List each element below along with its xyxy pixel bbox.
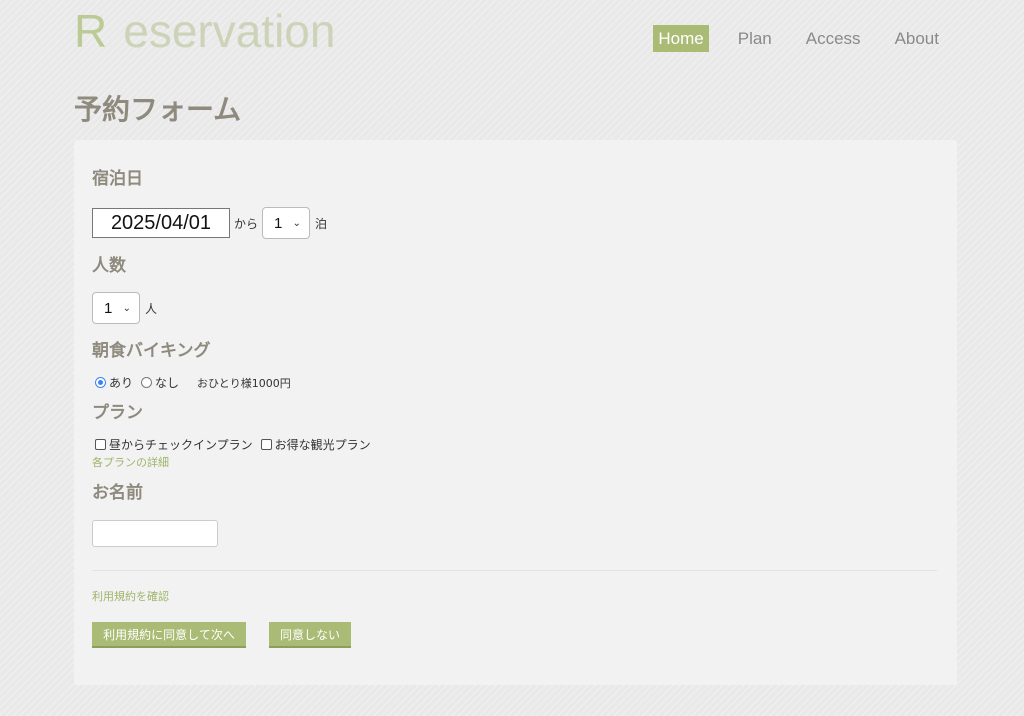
- stay-date-heading: 宿泊日: [92, 169, 143, 189]
- breakfast-row: あり なし おひとり様1000円: [95, 374, 291, 391]
- terms-link[interactable]: 利用規約を確認: [92, 588, 169, 604]
- people-value: 1: [104, 299, 113, 317]
- nights-select[interactable]: 1 ⌄: [262, 207, 311, 239]
- people-heading: 人数: [92, 256, 126, 276]
- name-input[interactable]: [92, 520, 218, 547]
- stay-date-row: 2025/04/01 から 1 ⌄ 泊: [92, 207, 331, 239]
- people-unit: 人: [145, 301, 158, 316]
- reservation-form: 宿泊日 2025/04/01 から 1 ⌄ 泊 人数 1 ⌄ 人 朝食バイキング…: [74, 140, 957, 685]
- from-label: から: [234, 216, 259, 231]
- nav-access[interactable]: Access: [801, 25, 866, 52]
- chevron-down-icon: ⌄: [292, 217, 302, 229]
- nav-about[interactable]: About: [890, 25, 944, 52]
- breakfast-no-label: なし: [155, 376, 180, 390]
- nights-unit: 泊: [315, 216, 328, 231]
- people-select[interactable]: 1 ⌄: [92, 292, 140, 324]
- main-nav: Home Plan Access About: [629, 25, 944, 52]
- plan-sightseeing-checkbox[interactable]: [260, 439, 272, 450]
- chevron-down-icon: ⌄: [122, 302, 131, 314]
- stay-date-input[interactable]: 2025/04/01: [92, 208, 230, 238]
- nav-plan[interactable]: Plan: [733, 25, 777, 52]
- plan-noon-checkin-checkbox[interactable]: [95, 439, 106, 450]
- plan-sightseeing-label: お得な観光プラン: [274, 438, 371, 452]
- breakfast-heading: 朝食バイキング: [92, 341, 211, 361]
- breakfast-yes-label: あり: [109, 376, 134, 390]
- plan-details-link[interactable]: 各プランの詳細: [92, 454, 169, 470]
- logo-initial: R: [74, 5, 108, 57]
- plan-row: 昼からチェックインプラン お得な観光プラン: [95, 436, 371, 453]
- people-row: 1 ⌄ 人: [92, 292, 161, 324]
- plan-heading: プラン: [92, 403, 143, 423]
- name-heading: お名前: [92, 483, 143, 503]
- nights-value: 1: [274, 214, 283, 232]
- site-logo[interactable]: Reservation: [74, 4, 335, 58]
- disagree-button[interactable]: 同意しない: [269, 622, 351, 648]
- page-title: 予約フォーム: [74, 93, 242, 126]
- breakfast-yes-radio[interactable]: [95, 377, 106, 388]
- plan-noon-checkin-label: 昼からチェックインプラン: [109, 438, 253, 452]
- agree-next-button[interactable]: 利用規約に同意して次へ: [92, 622, 246, 648]
- breakfast-price-note: おひとり様1000円: [197, 376, 291, 390]
- breakfast-no-radio[interactable]: [141, 377, 153, 388]
- nav-home[interactable]: Home: [653, 25, 709, 52]
- header: Reservation Home Plan Access About: [0, 0, 1024, 60]
- divider: [92, 570, 937, 571]
- logo-text: eservation: [123, 5, 336, 57]
